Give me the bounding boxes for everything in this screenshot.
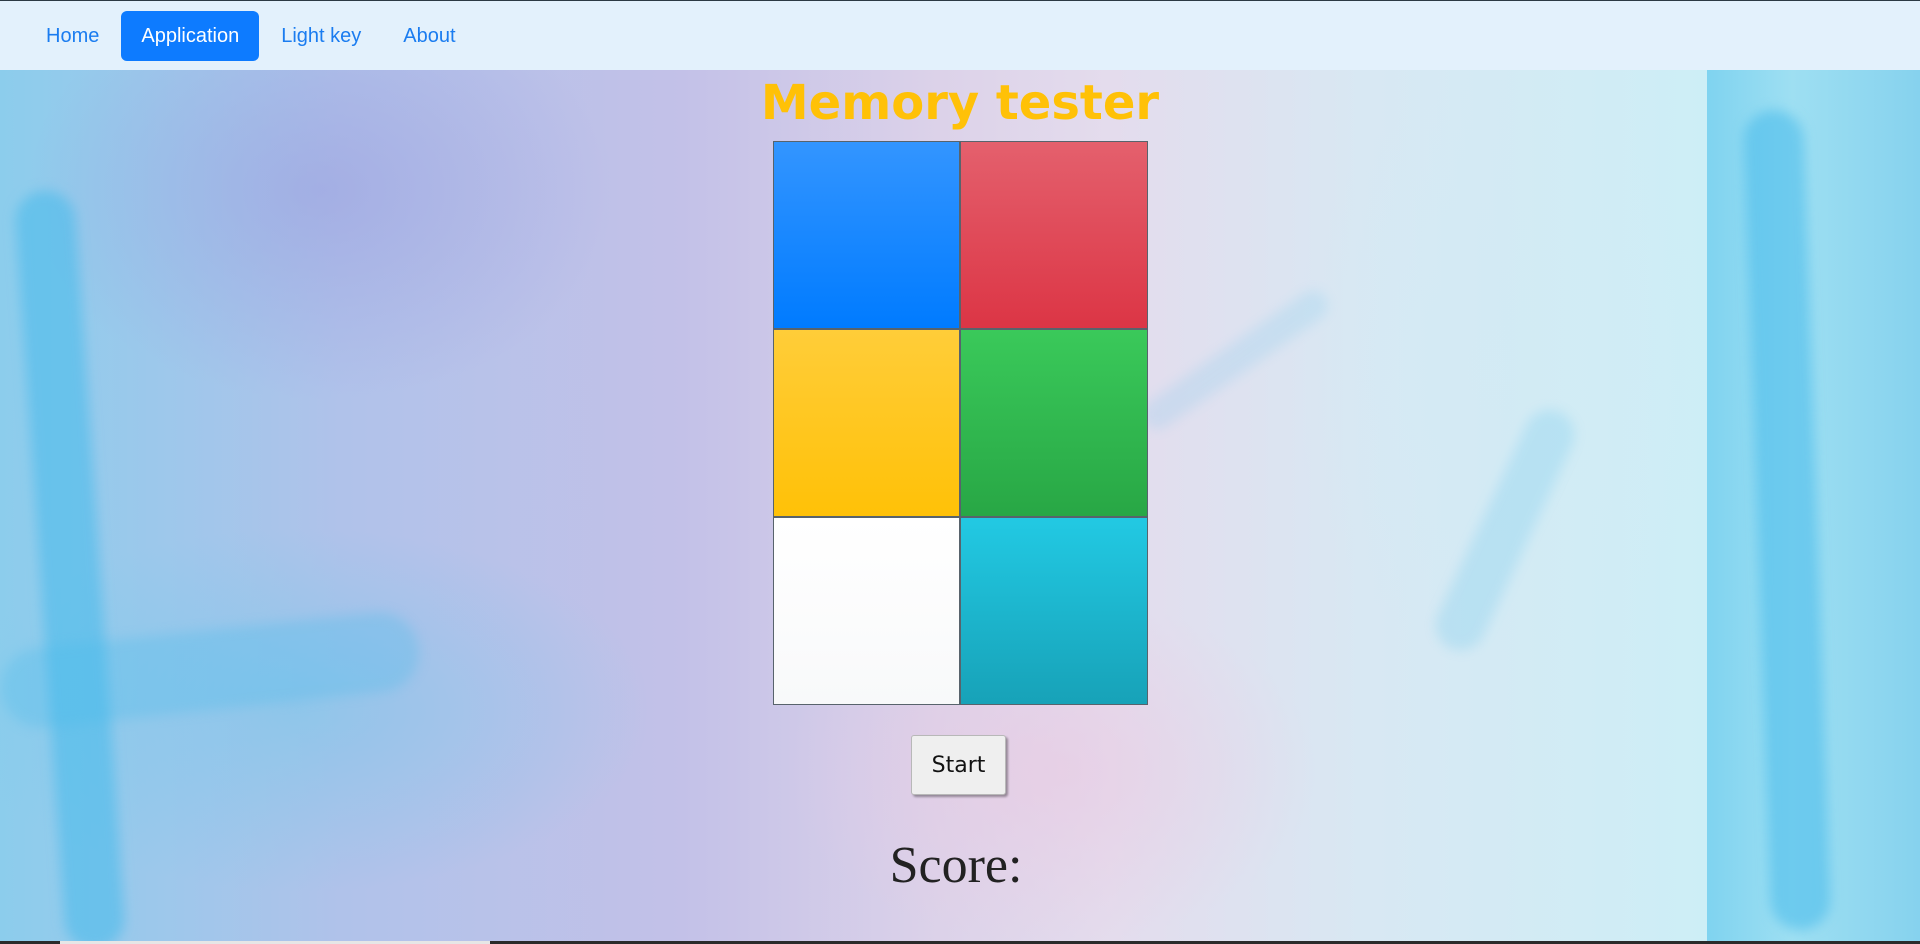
score-label: Score: xyxy=(889,837,1023,894)
score-display: Score: xyxy=(0,836,1920,896)
memory-tile-grid xyxy=(773,141,1148,705)
start-button[interactable]: Start xyxy=(911,735,1006,795)
tile-white[interactable] xyxy=(773,517,960,705)
nav-application[interactable]: Application xyxy=(121,10,260,61)
tile-yellow[interactable] xyxy=(773,329,960,517)
page-title: Memory tester xyxy=(760,75,1160,131)
nav-home[interactable]: Home xyxy=(26,11,119,61)
top-navbar: Home Application Light key About xyxy=(0,0,1920,70)
tile-red[interactable] xyxy=(960,141,1148,329)
tile-blue[interactable] xyxy=(773,141,960,329)
tile-green[interactable] xyxy=(960,329,1148,517)
nav-about[interactable]: About xyxy=(383,11,475,61)
nav-light-key[interactable]: Light key xyxy=(261,11,381,61)
right-watercolor-panel xyxy=(1707,70,1920,944)
tile-cyan[interactable] xyxy=(960,517,1148,705)
